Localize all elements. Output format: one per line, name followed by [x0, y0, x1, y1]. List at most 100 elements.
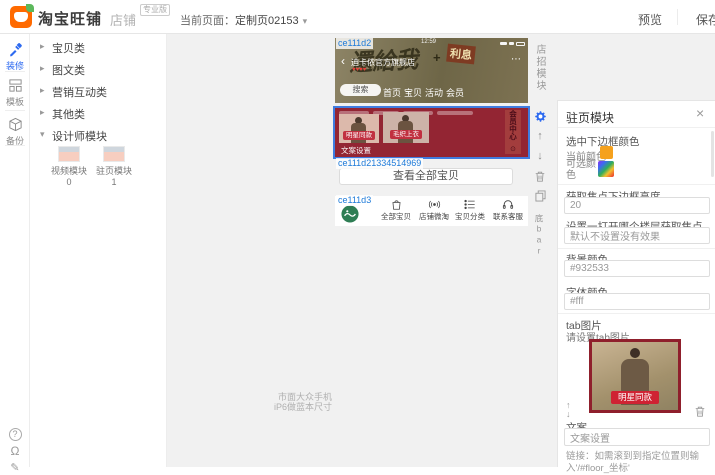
nav-item-label: 全部宝贝 — [379, 211, 413, 222]
nav-shop[interactable]: 店铺 — [110, 10, 136, 29]
shop-avatar — [341, 205, 359, 223]
tree-item-image-text[interactable]: ▸ 图文类 — [30, 62, 167, 82]
module-action-bar: ↑ ↓ — [532, 110, 548, 202]
version-badge: 专业版 — [140, 4, 170, 16]
copy-module-icon[interactable] — [535, 190, 546, 202]
module-settings-gear-icon[interactable] — [534, 110, 547, 123]
view-all-items-button[interactable]: 查看全部宝贝 — [339, 168, 513, 185]
banner-art-badge: 利息 — [446, 44, 476, 65]
panel-divider — [558, 184, 715, 185]
link-helper-text: 链接：如需滚到到指定位置则输入'/#floor_坐标' — [566, 451, 710, 475]
focus-border-height-input[interactable] — [564, 197, 710, 214]
nav-item-weitao[interactable]: 店铺微淘 — [417, 199, 451, 222]
banner-tab-home[interactable]: 首页 — [383, 86, 401, 99]
tree-item-baby[interactable]: ▸ 宝贝类 — [30, 40, 167, 60]
nav-item-label: 店铺微淘 — [417, 211, 451, 222]
background-color-input[interactable] — [564, 260, 710, 277]
color-picker-swatch[interactable] — [598, 161, 614, 177]
module-id-chip: ce111d2 — [336, 38, 373, 49]
delete-tab-trash-icon[interactable] — [694, 405, 706, 418]
current-page-dropdown[interactable]: 当前页面：定制页02153▾ — [180, 12, 307, 28]
tree-item-designer-modules[interactable]: ▾ 设计师模块 — [30, 128, 167, 148]
tree-item-other[interactable]: ▸ 其他类 — [30, 106, 167, 126]
feedback-button[interactable]: ✎ — [0, 461, 30, 474]
rail-divider — [5, 145, 25, 146]
model-photo — [630, 348, 640, 358]
chevron-down-icon: ▾ — [40, 129, 45, 140]
help-button[interactable]: ? — [0, 424, 30, 442]
backup-cube-icon — [8, 117, 23, 132]
rail-label: 模板 — [0, 95, 30, 108]
panel-title: 驻页模块 — [566, 109, 614, 126]
module-id-chip: ce111d3 — [336, 195, 373, 206]
tab-card-2[interactable]: 毛织上衣 — [383, 112, 429, 143]
edit-icon: ✎ — [10, 462, 19, 474]
rail-item-backup[interactable]: 备份 — [0, 117, 30, 147]
vip-center-strip: 会员中心 ⊙ — [505, 110, 521, 154]
move-down-icon[interactable]: ↓ — [566, 410, 571, 419]
panel-scrollbar[interactable] — [711, 131, 714, 177]
tab-card-1[interactable]: 明星同款 — [339, 114, 379, 143]
open-focus-floor-select[interactable] — [564, 227, 710, 244]
support-button[interactable]: Ω — [0, 444, 30, 458]
back-icon[interactable]: ‹ — [341, 54, 345, 68]
module-settings-panel: 驻页模块 × 选中下边框颜色 当前颜色 可选颜色 获取焦点下边框高度 设置一打开… — [557, 100, 715, 467]
banner-tab-member[interactable]: 会员 — [446, 86, 464, 99]
tab-image-preview[interactable]: 明星同款 — [589, 339, 681, 413]
tab-reorder-control: ↑ ↓ — [566, 401, 571, 419]
save-button[interactable]: 保存 — [696, 11, 715, 28]
tree-item-label: 营销互动类 — [52, 84, 107, 100]
font-color-input[interactable] — [564, 293, 710, 310]
rating-hearts-icon: ♥♥♥♥ — [352, 67, 366, 73]
headset-icon — [502, 199, 514, 210]
app-header: 淘宝旺铺 店铺 专业版 当前页面：定制页02153▾ 预览 保存 — [0, 0, 715, 34]
module-thumb-tabpage[interactable] — [103, 146, 125, 162]
current-page-value: 定制页02153 — [235, 15, 299, 27]
tree-item-label: 设计师模块 — [52, 128, 107, 144]
canvas-module-tabpage-selected[interactable]: 明星同款 毛织上衣 文案设置 会员中心 ⊙ — [335, 108, 528, 157]
current-color-swatch[interactable] — [600, 146, 613, 159]
rail-item-decorate[interactable]: 装修 — [0, 42, 30, 72]
help-icon: ? — [9, 428, 22, 441]
nav-item-label: 宝贝分类 — [453, 211, 487, 222]
nav-item-customer-service[interactable]: 联系客服 — [491, 199, 525, 222]
more-icon[interactable]: ⋯ — [511, 54, 521, 65]
target-icon: ⊙ — [505, 145, 521, 153]
panel-divider — [558, 248, 715, 249]
copy-text-input[interactable] — [564, 428, 710, 446]
panel-divider — [558, 313, 715, 314]
battery-icon — [516, 42, 525, 46]
app-title: 淘宝旺铺 — [38, 8, 102, 29]
tab-strip-decor — [437, 111, 473, 115]
banner-tab-activity[interactable]: 活动 — [425, 86, 443, 99]
move-down-icon[interactable]: ↓ — [532, 150, 548, 170]
nav-item-all-items[interactable]: 全部宝贝 — [379, 199, 413, 222]
shop-search-pill[interactable]: 搜索 — [340, 84, 381, 96]
tab-image-button: 明星同款 — [611, 391, 659, 404]
status-time: 12:59 — [421, 39, 436, 45]
tab-card-button: 毛织上衣 — [390, 130, 422, 139]
chevron-right-icon: ▸ — [40, 41, 45, 52]
tree-item-marketing[interactable]: ▸ 营销互动类 — [30, 84, 167, 104]
header-divider — [677, 9, 678, 25]
module-caption: 文案设置 — [341, 145, 371, 156]
module-thumb-video[interactable] — [58, 146, 80, 162]
move-up-icon[interactable]: ↑ — [532, 130, 548, 150]
module-thumb-label: 驻页模块1 — [87, 166, 141, 188]
close-icon[interactable]: × — [696, 105, 704, 121]
bag-icon — [391, 199, 402, 210]
delete-module-trash-icon[interactable] — [534, 170, 546, 183]
rail-divider — [5, 71, 25, 72]
tab-card-button: 明星同款 — [343, 131, 375, 140]
decorate-tool-icon — [8, 42, 23, 57]
nav-item-categories[interactable]: 宝贝分类 — [453, 199, 487, 222]
module-tree-panel: ▸ 宝贝类 ▸ 图文类 ▸ 营销互动类 ▸ 其他类 ▾ 设计师模块 视频模块0 … — [30, 34, 167, 467]
broadcast-icon — [428, 199, 441, 210]
vip-center-label: 会员中心 — [508, 110, 519, 140]
rail-item-template[interactable]: 模板 — [0, 78, 30, 108]
preview-button[interactable]: 预览 — [638, 11, 662, 28]
left-icon-rail: 装修 模板 备份 ? Ω ✎ — [0, 34, 30, 467]
wangpu-logo-icon — [10, 6, 32, 28]
list-icon — [464, 199, 476, 210]
banner-tab-items[interactable]: 宝贝 — [404, 86, 422, 99]
